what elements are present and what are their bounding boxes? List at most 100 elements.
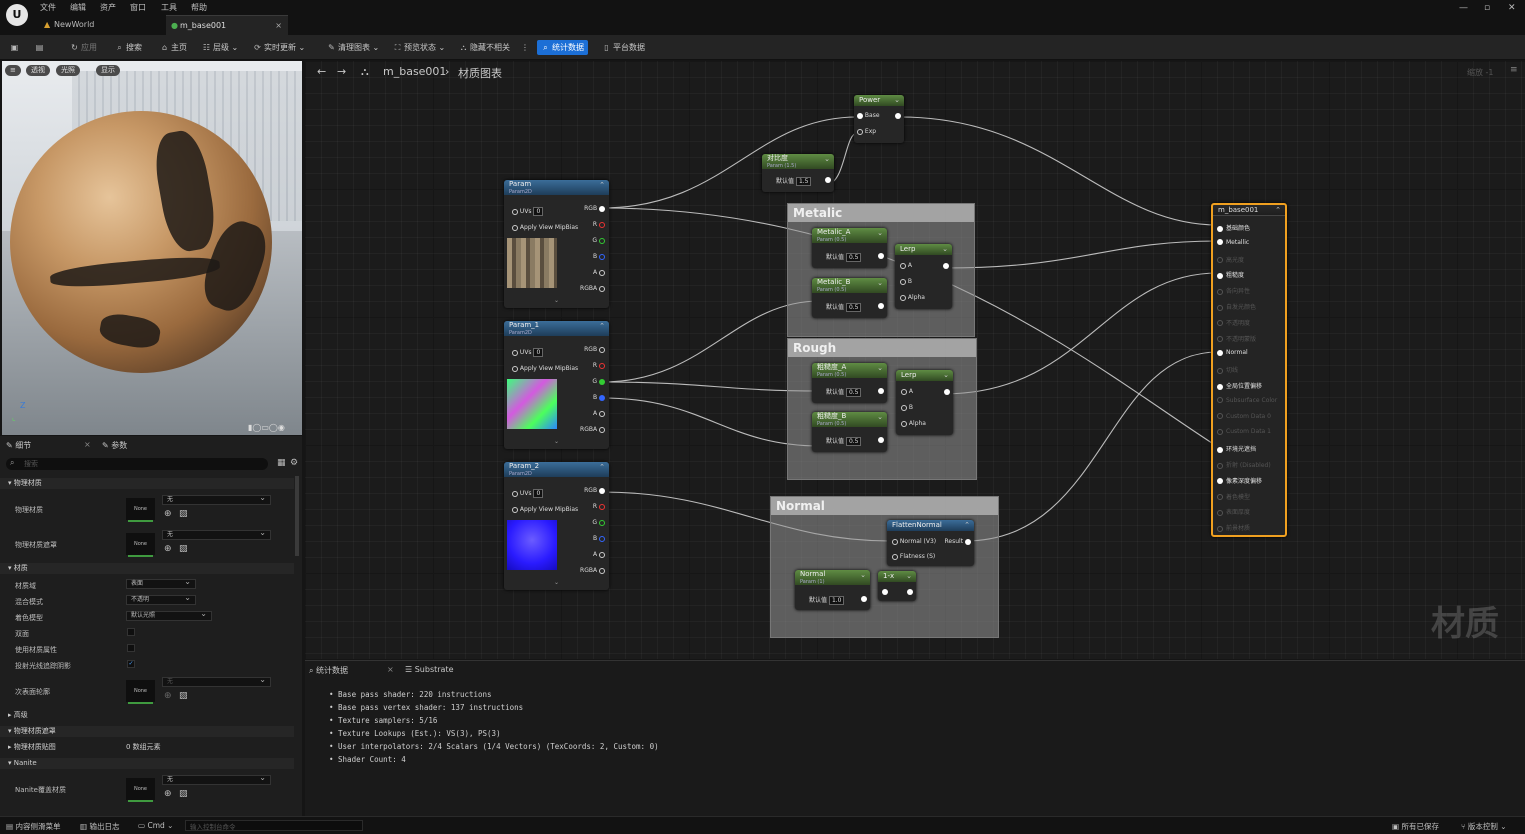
pin-flatness[interactable]: Flatness (S)	[892, 553, 935, 560]
tab-newworld[interactable]: ▲ NewWorld	[40, 15, 160, 35]
live-update-button[interactable]: ⟳ 实时更新 ⌄	[253, 41, 305, 54]
pin-b[interactable]: B	[901, 404, 913, 411]
use-selected-icon[interactable]: ⊕	[164, 509, 172, 519]
pin-uvs[interactable]: UVs 0	[512, 489, 544, 498]
pin-mipbias[interactable]: Apply View MipBias	[512, 506, 578, 513]
pin-a[interactable]: A	[901, 388, 913, 395]
pin-b[interactable]: B	[593, 535, 605, 542]
value-box[interactable]: 0	[533, 348, 544, 357]
nanite-dropdown[interactable]: 无	[162, 774, 271, 785]
pin-out[interactable]	[878, 436, 884, 443]
home-button[interactable]: ⌂ 主页	[160, 41, 187, 54]
more-options-icon[interactable]: ⋮	[521, 41, 529, 54]
result-pin[interactable]: 像素深度偏移	[1217, 476, 1262, 485]
result-pin[interactable]: Metallic	[1217, 239, 1249, 246]
pin-a[interactable]: A	[900, 262, 912, 269]
result-pin[interactable]: 不透明蒙版	[1217, 334, 1256, 343]
menu-tools[interactable]: 工具	[161, 2, 177, 13]
value-box[interactable]: 0.5	[845, 437, 862, 446]
pin-out[interactable]	[944, 388, 950, 395]
result-pin[interactable]: 全局位置偏移	[1217, 381, 1262, 390]
stats-tab[interactable]: ⌕ 统计数据	[309, 665, 348, 676]
subsurface-thumbnail[interactable]: None	[126, 680, 155, 704]
preview-shape-icons[interactable]: ▮◯▭◯◉	[248, 423, 285, 432]
browse-asset-icon[interactable]: ▧	[179, 789, 188, 799]
pin-b[interactable]: B	[900, 278, 912, 285]
section-physical-material-mask[interactable]: ▾ 物理材质遮罩	[0, 726, 294, 737]
subsurface-dropdown[interactable]: 无	[162, 676, 271, 687]
section-physical-material-map[interactable]: ▸ 物理材质贴图 0 数组元素	[0, 742, 294, 753]
close-details-icon[interactable]: ×	[84, 440, 91, 449]
pin-rgb[interactable]: RGB	[584, 346, 605, 353]
stats-button[interactable]: ⌕ 统计数据	[537, 40, 588, 55]
search-button[interactable]: ⌕ 搜索	[115, 41, 142, 54]
node-lerp-rough[interactable]: Lerp A B Alpha	[896, 370, 953, 435]
result-pin[interactable]: 基础颜色	[1217, 223, 1250, 232]
use-material-attributes-checkbox[interactable]	[127, 644, 135, 652]
result-pin[interactable]: 着色模型	[1217, 492, 1250, 501]
pin-a[interactable]: A	[593, 269, 605, 276]
result-pin[interactable]: 切线	[1217, 365, 1238, 374]
pin-out[interactable]	[907, 588, 913, 595]
value-box[interactable]: 1.0	[828, 596, 845, 605]
all-saved-indicator[interactable]: ▣ 所有已保存	[1392, 821, 1439, 832]
pin-base[interactable]: Base	[857, 112, 880, 119]
params-tab[interactable]: ✎ 参数	[102, 440, 127, 451]
details-search-input[interactable]: ⌕ 搜索	[6, 458, 268, 470]
result-pin[interactable]: 表面厚度	[1217, 507, 1250, 516]
pin-r[interactable]: R	[593, 221, 605, 228]
perspective-button[interactable]: 透视	[26, 65, 50, 76]
node-normal-param[interactable]: NormalParam (1) 默认值 1.0	[795, 570, 870, 610]
pin-rgba[interactable]: RGBA	[580, 426, 605, 433]
value-box[interactable]: 0	[533, 489, 544, 498]
source-control-button[interactable]: ⑂ 版本控制 ⌄	[1461, 821, 1507, 832]
menu-window[interactable]: 窗口	[130, 2, 146, 13]
substrate-tab[interactable]: ☰ Substrate	[405, 665, 454, 674]
details-scrollbar[interactable]	[295, 476, 299, 556]
section-advanced[interactable]: ▸ 高级	[0, 710, 294, 721]
pin-uvs[interactable]: UVs 0	[512, 207, 544, 216]
phys-mat-thumbnail[interactable]: None	[126, 498, 155, 522]
pin-out[interactable]	[825, 176, 831, 183]
phys-mat-mask-thumbnail[interactable]: None	[126, 533, 155, 557]
pin-mipbias[interactable]: Apply View MipBias	[512, 224, 578, 231]
pin-r[interactable]: R	[593, 362, 605, 369]
pin-a[interactable]: A	[593, 551, 605, 558]
lighting-button[interactable]: 光照	[56, 65, 80, 76]
platform-stats-button[interactable]: ▯ 平台数据	[602, 41, 645, 54]
material-graph[interactable]: ← → ⛬ m_base001 › 材质图表 缩放 -1 ≡ Metalic R…	[305, 61, 1525, 659]
browse-asset-icon[interactable]: ▧	[179, 691, 188, 701]
section-nanite[interactable]: ▾ Nanite	[0, 758, 294, 769]
pin-rgb[interactable]: RGB	[584, 205, 605, 212]
pin-g[interactable]: G	[592, 378, 605, 385]
menu-assets[interactable]: 资产	[100, 2, 116, 13]
hide-unrelated-button[interactable]: ⛬ 隐藏不相关	[459, 41, 510, 54]
result-pin[interactable]: Custom Data 1	[1217, 428, 1271, 435]
pin-alpha[interactable]: Alpha	[901, 420, 926, 427]
pin-out[interactable]	[878, 387, 884, 394]
preview-state-button[interactable]: ⛶ 预览状态 ⌄	[393, 41, 446, 54]
section-material[interactable]: ▾ 材质	[0, 563, 294, 574]
save-icon[interactable]: ▣	[10, 41, 21, 54]
result-pin[interactable]: Custom Data 0	[1217, 413, 1271, 420]
result-pin[interactable]: 不透明度	[1217, 318, 1250, 327]
unreal-logo[interactable]: U	[6, 4, 28, 26]
node-rough-b[interactable]: 粗糙度_BParam (0.5) 默认值 0.5	[812, 412, 887, 452]
console-input[interactable]: 输入控制台命令	[185, 820, 363, 831]
pin-out[interactable]	[878, 302, 884, 309]
show-button[interactable]: 显示	[96, 65, 120, 76]
result-pin[interactable]: Normal	[1217, 349, 1248, 356]
forward-arrow-icon[interactable]: →	[337, 65, 346, 78]
shading-model-dropdown[interactable]: 默认光照	[126, 610, 212, 621]
phys-mat-mask-dropdown[interactable]: 无	[162, 529, 271, 540]
blend-mode-dropdown[interactable]: 不透明	[126, 594, 196, 605]
table-view-icon[interactable]: ▦	[277, 458, 286, 468]
pin-a[interactable]: A	[593, 410, 605, 417]
menu-help[interactable]: 帮助	[191, 2, 207, 13]
expand-chevron-icon[interactable]: ⌄	[554, 297, 559, 304]
nanite-thumbnail[interactable]: None	[126, 778, 155, 802]
value-box[interactable]: 0	[533, 207, 544, 216]
value-box[interactable]: 0.5	[845, 253, 862, 262]
node-contrast[interactable]: 对比度Param (1.5) 默认值 1.5	[762, 154, 834, 192]
settings-gear-icon[interactable]: ⚙	[290, 458, 298, 468]
